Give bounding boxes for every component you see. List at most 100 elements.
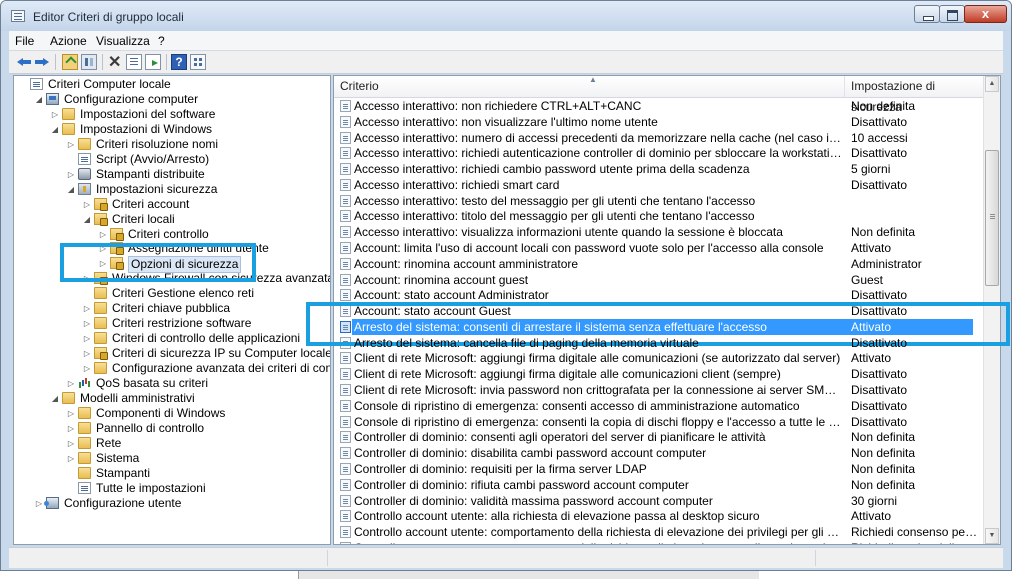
table-row[interactable]: Account: rinomina account amministratore… (334, 256, 985, 272)
table-row[interactable]: Controllo account utente: comportamento … (334, 524, 985, 540)
view-icon[interactable] (190, 54, 206, 70)
up-level-icon[interactable] (62, 54, 78, 70)
scroll-up-icon[interactable]: ▲ (985, 76, 999, 92)
policy-setting: 30 giorni (851, 493, 898, 508)
table-row[interactable]: Controller di dominio: requisiti per la … (334, 461, 985, 477)
status-bar (9, 547, 1003, 568)
column-header-setting[interactable]: Impostazione di sicurezza (845, 76, 985, 114)
table-row[interactable]: Controllo account utente: alla richiesta… (334, 508, 985, 524)
expand-arrow-icon[interactable]: ▷ (66, 451, 76, 466)
tree-item-label: Rete (96, 435, 122, 450)
table-row[interactable]: Accesso interattivo: testo del messaggio… (334, 193, 985, 209)
table-row[interactable]: Client di rete Microsoft: aggiungi firma… (334, 350, 985, 366)
column-header-policy[interactable]: Criterio ▲ (334, 76, 845, 97)
scroll-down-icon[interactable]: ▼ (985, 528, 999, 544)
navigation-tree[interactable]: Criteri Computer locale ◢ Configurazione c… (13, 75, 331, 545)
close-icon: x (981, 6, 990, 21)
collapse-arrow-icon[interactable]: ◢ (34, 92, 44, 107)
expand-arrow-icon[interactable]: ▷ (82, 197, 92, 212)
table-row[interactable]: Account: stato account Administrator Disa… (334, 287, 985, 303)
scroll-thumb[interactable] (985, 150, 999, 286)
policy-setting: Non definita (851, 477, 916, 492)
expand-arrow-icon[interactable]: ▷ (66, 376, 76, 391)
tree-item-label: Criteri account (112, 196, 190, 211)
expand-arrow-icon[interactable]: ▷ (66, 167, 76, 182)
toolbar-separator (166, 54, 167, 70)
table-row[interactable]: Accesso interattivo: non richiedere CTRL… (334, 98, 985, 114)
table-row[interactable]: Console di ripristino di emergenza: cons… (334, 398, 985, 414)
back-arrow-icon[interactable] (16, 54, 32, 70)
properties-icon[interactable] (126, 54, 142, 70)
policy-setting: Guest (851, 272, 884, 287)
policy-list[interactable]: Criterio ▲ Impostazione di sicurezza Acce… (333, 75, 1001, 545)
expand-arrow-icon[interactable]: ▷ (34, 496, 44, 511)
forward-arrow-icon[interactable] (34, 54, 50, 70)
expand-arrow-icon[interactable]: ▷ (66, 436, 76, 451)
table-row[interactable]: Accesso interattivo: richiedi autenticaz… (334, 145, 985, 161)
menu-visualizza[interactable]: Visualizza (96, 34, 150, 48)
tree-item-label: Criteri controllo (128, 226, 209, 241)
expand-arrow-icon[interactable]: ▷ (66, 421, 76, 436)
table-row[interactable]: Controller di dominio: consenti agli ope… (334, 429, 985, 445)
table-row[interactable]: Controller di dominio: disabilita cambi … (334, 445, 985, 461)
tree-item-label: Criteri risoluzione nomi (96, 136, 219, 151)
delete-icon[interactable]: ✕ (107, 54, 123, 71)
menu-azione[interactable]: Azione (50, 34, 87, 48)
table-row[interactable]: Accesso interattivo: richiedi smart card… (334, 177, 985, 193)
policy-icon (340, 462, 351, 475)
table-row[interactable]: Accesso interattivo: visualizza informaz… (334, 224, 985, 240)
table-row[interactable]: Account: limita l'uso di account locali … (334, 240, 985, 256)
policy-name: Client di rete Microsoft: invia password… (354, 383, 842, 398)
collapse-arrow-icon[interactable]: ◢ (82, 212, 92, 227)
maximize-button[interactable] (939, 5, 965, 23)
table-row[interactable]: Accesso interattivo: titolo del messaggi… (334, 208, 985, 224)
policy-icon (340, 494, 351, 507)
table-row[interactable]: Console di ripristino di emergenza: cons… (334, 414, 985, 430)
policy-name: Accesso interattivo: non richiedere CTRL… (354, 99, 642, 113)
expand-arrow-icon[interactable]: ▷ (82, 331, 92, 346)
policy-setting: Disattivato (851, 114, 908, 129)
title-bar[interactable]: Editor Criteri di gruppo locali x (1, 1, 1011, 31)
table-row[interactable]: Accesso interattivo: non visualizzare l'… (334, 114, 985, 130)
collapse-arrow-icon[interactable]: ◢ (50, 122, 60, 137)
expand-arrow-icon[interactable]: ▷ (66, 406, 76, 421)
table-row[interactable]: Arresto del sistema: cancella file di pa… (334, 335, 985, 351)
tree-item-label: Stampanti distribuite (96, 166, 205, 181)
expand-arrow-icon[interactable]: ▷ (50, 107, 60, 122)
menu-file[interactable]: File (15, 34, 34, 48)
table-row[interactable]: Arresto del sistema: consenti di arresta… (334, 318, 985, 335)
folder-icon (78, 421, 91, 434)
table-row[interactable]: Account: stato account Guest Disattivato (334, 303, 985, 319)
policy-name: Client di rete Microsoft: aggiungi firma… (354, 367, 781, 382)
show-tree-icon[interactable] (81, 54, 97, 70)
table-row[interactable]: Accesso interattivo: richiedi cambio pas… (334, 161, 985, 177)
expand-arrow-icon[interactable]: ▷ (82, 346, 92, 361)
collapse-arrow-icon[interactable]: ◢ (66, 182, 76, 197)
close-button[interactable]: x (964, 5, 1007, 23)
expand-arrow-icon[interactable]: ▷ (66, 137, 76, 152)
expand-arrow-icon[interactable]: ▷ (82, 316, 92, 331)
table-row[interactable]: Controller di dominio: rifiuta cambi pas… (334, 477, 985, 493)
table-row[interactable]: Client di rete Microsoft: aggiungi firma… (334, 366, 985, 382)
export-list-icon[interactable] (145, 54, 161, 70)
expand-arrow-icon[interactable]: ▷ (82, 301, 92, 316)
table-row[interactable]: Controllo account utente: comportamento … (334, 540, 985, 544)
table-row[interactable]: Accesso interattivo: numero di accessi p… (334, 130, 985, 146)
table-row[interactable]: Account: rinomina account guest Guest (334, 272, 985, 288)
expand-arrow-icon[interactable]: ▷ (98, 227, 108, 242)
collapse-arrow-icon[interactable]: ◢ (50, 391, 60, 406)
policy-icon (340, 115, 351, 128)
background-window-strip (298, 571, 759, 579)
menu-help[interactable]: ? (158, 34, 165, 48)
table-row[interactable]: Client di rete Microsoft: invia password… (334, 382, 985, 398)
toolbar: ✕ ? (9, 51, 1003, 74)
policy-icon (340, 178, 351, 191)
table-row[interactable]: Controller di dominio: validità massima … (334, 493, 985, 509)
minimize-button[interactable] (914, 5, 940, 23)
policy-name: Account: stato account Guest (354, 304, 511, 319)
expand-arrow-icon[interactable]: ▷ (82, 361, 92, 376)
help-icon[interactable]: ? (171, 54, 187, 70)
toolbar-separator (102, 54, 103, 70)
policy-setting: Disattivato (851, 288, 908, 303)
printer-icon (78, 167, 91, 180)
